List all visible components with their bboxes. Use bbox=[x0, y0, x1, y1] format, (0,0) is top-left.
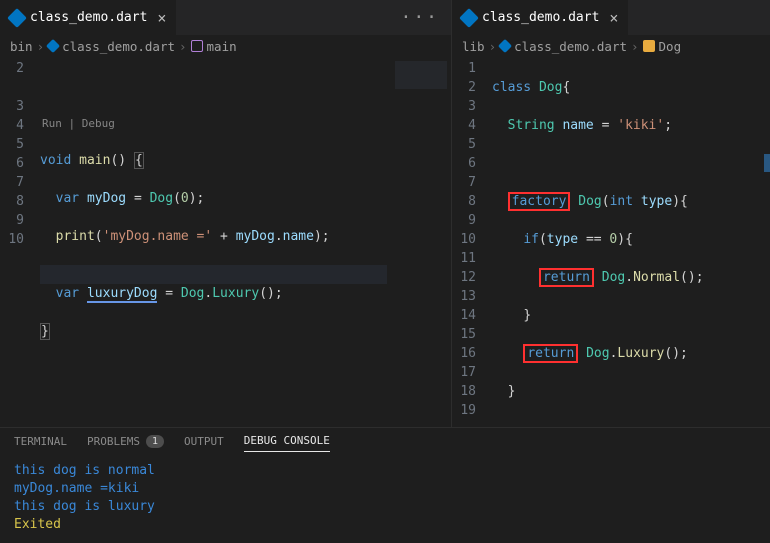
tab-bar-left: class_demo.dart × ··· bbox=[0, 0, 451, 35]
class-icon bbox=[643, 40, 655, 52]
chevron-right-icon: › bbox=[37, 39, 45, 54]
code-right[interactable]: class Dog{ String name = 'kiki'; factory… bbox=[492, 57, 770, 427]
code-area-left[interactable]: 2 3 4 5 6 7 8 9 10 Run | Debug void main… bbox=[0, 57, 451, 427]
tab-right[interactable]: class_demo.dart × bbox=[452, 0, 628, 35]
bottom-panel: TERMINAL PROBLEMS 1 OUTPUT DEBUG CONSOLE… bbox=[0, 427, 770, 543]
tab-filename: class_demo.dart bbox=[30, 10, 147, 25]
console-line: this dog is luxury bbox=[14, 498, 756, 516]
gutter-left: 2 3 4 5 6 7 8 9 10 bbox=[0, 57, 40, 427]
current-line-marker bbox=[764, 154, 770, 172]
code-area-right[interactable]: 1 2 3 4 5 6 7 8 9 10 11 12 13 14 15 16 1… bbox=[452, 57, 770, 427]
codelens[interactable]: Run | Debug bbox=[40, 116, 391, 132]
editor-pane-right: class_demo.dart × lib › class_demo.dart … bbox=[452, 0, 770, 427]
close-icon[interactable]: × bbox=[609, 9, 618, 27]
panel-tabs: TERMINAL PROBLEMS 1 OUTPUT DEBUG CONSOLE bbox=[0, 428, 770, 458]
editor-pane-left: class_demo.dart × ··· bin › class_demo.d… bbox=[0, 0, 452, 427]
debug-console-output[interactable]: this dog is normal myDog.name =kiki this… bbox=[0, 458, 770, 543]
highlight-factory: factory bbox=[508, 192, 571, 211]
tab-filename: class_demo.dart bbox=[482, 10, 599, 25]
highlight-return: return bbox=[539, 268, 594, 287]
tab-problems[interactable]: PROBLEMS 1 bbox=[87, 435, 164, 452]
dart-icon bbox=[459, 8, 479, 28]
breadcrumbs-left[interactable]: bin › class_demo.dart › main bbox=[0, 35, 451, 57]
console-line: this dog is normal bbox=[14, 462, 756, 480]
tab-actions-icon[interactable]: ··· bbox=[388, 7, 451, 28]
breadcrumb-folder[interactable]: bin bbox=[10, 39, 33, 54]
problems-badge: 1 bbox=[146, 435, 164, 448]
highlight-return: return bbox=[523, 344, 578, 363]
chevron-right-icon: › bbox=[489, 39, 497, 54]
tab-debug-console[interactable]: DEBUG CONSOLE bbox=[244, 434, 330, 452]
chevron-right-icon: › bbox=[631, 39, 639, 54]
gutter-right: 1 2 3 4 5 6 7 8 9 10 11 12 13 14 15 16 1… bbox=[452, 57, 492, 427]
breadcrumb-symbol[interactable]: main bbox=[207, 39, 237, 54]
breadcrumb-file[interactable]: class_demo.dart bbox=[62, 39, 175, 54]
dart-icon bbox=[46, 39, 60, 53]
tab-bar-right: class_demo.dart × bbox=[452, 0, 770, 35]
breadcrumb-file[interactable]: class_demo.dart bbox=[514, 39, 627, 54]
tab-output[interactable]: OUTPUT bbox=[184, 435, 224, 452]
breadcrumbs-right[interactable]: lib › class_demo.dart › Dog bbox=[452, 35, 770, 57]
dart-icon bbox=[498, 39, 512, 53]
code-left[interactable]: Run | Debug void main() { var myDog = Do… bbox=[40, 57, 391, 427]
method-icon bbox=[191, 40, 203, 52]
tab-left[interactable]: class_demo.dart × bbox=[0, 0, 176, 35]
tab-terminal[interactable]: TERMINAL bbox=[14, 435, 67, 452]
console-line: myDog.name =kiki bbox=[14, 480, 756, 498]
chevron-right-icon: › bbox=[179, 39, 187, 54]
close-icon[interactable]: × bbox=[157, 9, 166, 27]
console-line: Exited bbox=[14, 516, 756, 534]
breadcrumb-symbol[interactable]: Dog bbox=[659, 39, 682, 54]
dart-icon bbox=[7, 8, 27, 28]
breadcrumb-folder[interactable]: lib bbox=[462, 39, 485, 54]
minimap-left[interactable] bbox=[391, 57, 451, 427]
